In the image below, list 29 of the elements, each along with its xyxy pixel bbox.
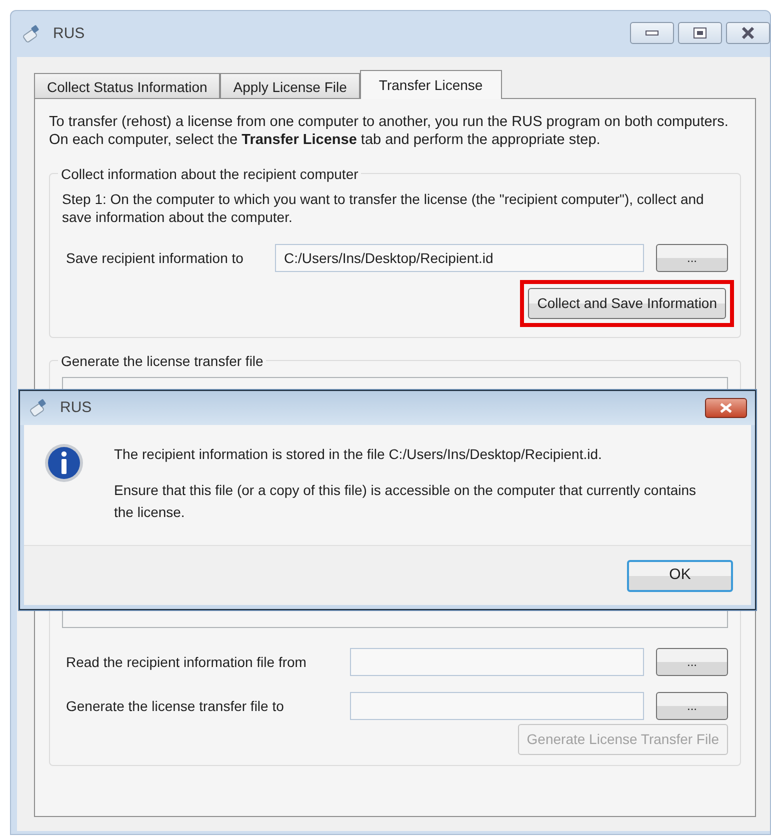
maximize-icon xyxy=(693,27,707,39)
dialog-title: RUS xyxy=(60,398,92,418)
path-field[interactable] xyxy=(350,648,644,676)
dialog-close-button[interactable] xyxy=(705,398,747,418)
close-icon xyxy=(741,27,755,39)
close-button[interactable] xyxy=(726,22,770,44)
minimize-icon xyxy=(645,30,659,36)
browse-button[interactable]: ... xyxy=(656,244,728,272)
action-button[interactable]: Collect and Save Information xyxy=(528,288,726,319)
message-text: Ensure that this file (or a copy of this file) is accessible on the computer that currently contains the license. xyxy=(114,481,698,522)
message-text: The recipient information is stored in the file C:/Users/Ins/Desktop/Recipient.id. xyxy=(114,445,603,464)
ok-button[interactable]: OK xyxy=(627,560,733,592)
maximize-button[interactable] xyxy=(678,22,722,44)
field-label: Read the recipient information file from xyxy=(65,652,308,672)
browse-button[interactable]: ... xyxy=(656,692,728,720)
tab[interactable]: Transfer License xyxy=(360,70,502,99)
info-icon xyxy=(44,443,84,483)
field-label: Generate the license transfer file to xyxy=(65,696,285,716)
browse-button[interactable]: ... xyxy=(656,648,728,676)
step-text: Step 1: On the computer to which you want to transfer the license (the "recipient computer"), collect and save information about the computer. xyxy=(62,190,705,226)
path-field[interactable]: C:/Users/Ins/Desktop/Recipient.id xyxy=(275,244,644,272)
tab[interactable]: Collect Status Information xyxy=(34,73,220,98)
path-field[interactable] xyxy=(350,692,644,720)
window-title: RUS xyxy=(53,24,85,44)
close-icon xyxy=(719,403,733,413)
minimize-button[interactable] xyxy=(630,22,674,44)
tab[interactable]: Apply License File xyxy=(220,73,360,98)
field-label: Save recipient information to xyxy=(65,248,244,268)
intro-text: To transfer (rehost) a license from one computer to another, you run the RUS program on both computers. On each computer, select the Transfer License tab and perform the appropriate step. xyxy=(49,113,729,149)
